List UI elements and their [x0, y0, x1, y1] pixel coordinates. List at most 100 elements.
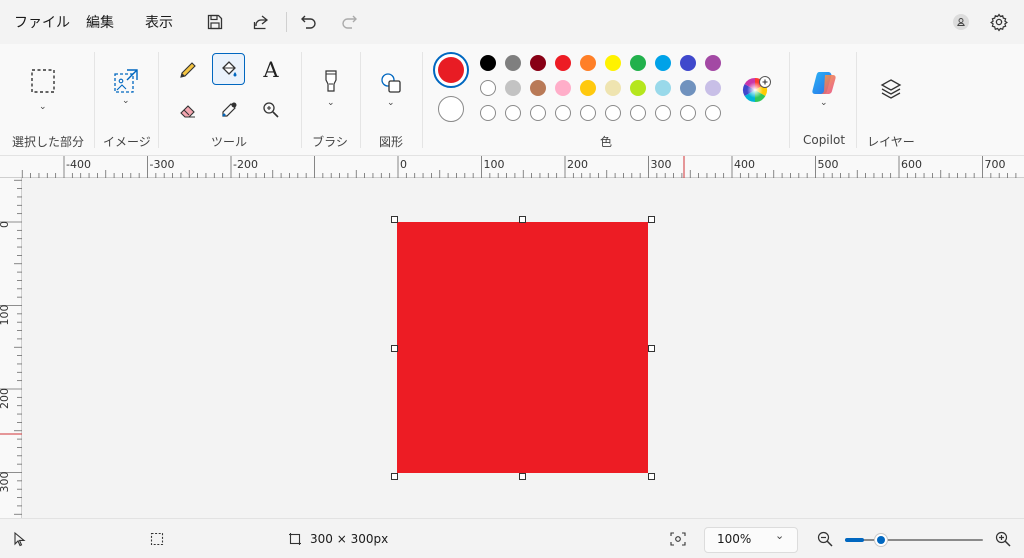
- edit-colors-icon[interactable]: [741, 76, 771, 106]
- custom-color-slot[interactable]: [705, 105, 721, 121]
- palette-swatch[interactable]: [505, 80, 521, 96]
- custom-color-slot[interactable]: [505, 105, 521, 121]
- brushes-group-label: ブラシ: [312, 135, 348, 149]
- palette-swatch[interactable]: [580, 55, 596, 71]
- zoom-slider[interactable]: [845, 533, 983, 547]
- fill-bucket-icon[interactable]: [212, 53, 245, 85]
- color-picker-icon[interactable]: [215, 97, 243, 123]
- ruler-label: 200: [0, 388, 11, 409]
- primary-color-swatch: [438, 57, 464, 83]
- ribbon-divider: [422, 52, 423, 148]
- palette-swatch[interactable]: [555, 55, 571, 71]
- palette-swatch[interactable]: [630, 55, 646, 71]
- zoom-slider-thumb[interactable]: [873, 533, 888, 547]
- magnifier-icon[interactable]: [257, 97, 285, 123]
- save-icon[interactable]: [203, 10, 227, 34]
- custom-color-slot[interactable]: [630, 105, 646, 121]
- resize-handle-top-right[interactable]: [648, 216, 655, 223]
- ruler-label: 200: [567, 158, 588, 171]
- status-bar: 300 × 300px 100% ⌄: [0, 518, 1024, 558]
- palette-swatch[interactable]: [580, 80, 596, 96]
- palette-swatch[interactable]: [705, 80, 721, 96]
- resize-handle-bottom-left[interactable]: [391, 473, 398, 480]
- ruler-label: 100: [0, 305, 11, 326]
- text-tool-icon[interactable]: A: [257, 56, 285, 84]
- ribbon-divider: [301, 52, 302, 148]
- ruler-label: 0: [400, 158, 407, 171]
- custom-color-slot[interactable]: [555, 105, 571, 121]
- account-icon[interactable]: [949, 10, 973, 34]
- palette-swatch[interactable]: [605, 80, 621, 96]
- zoom-select[interactable]: 100% ⌄: [704, 527, 798, 553]
- tools-group-label: ツール: [210, 135, 247, 149]
- ruler-label: 700: [985, 158, 1006, 171]
- shapes-group-label: 図形: [378, 135, 403, 149]
- vertical-ruler: 0 100 200 300: [0, 178, 22, 518]
- zoom-out-icon[interactable]: [815, 529, 835, 549]
- paint-app: ファイル 編集 表示 ⌄ 選択した部分 ⌄ イメージ A ツール ⌄ ブラシ ⌄…: [0, 0, 1024, 558]
- image-chevron-down-icon[interactable]: ⌄: [122, 96, 130, 106]
- shapes-chevron-down-icon[interactable]: ⌄: [387, 98, 395, 108]
- ruler-label: 600: [901, 158, 922, 171]
- ruler-label: -200: [233, 158, 258, 171]
- canvas-size-readout: 300 × 300px: [310, 532, 389, 546]
- colors-group-label: 色: [599, 135, 612, 149]
- selection-rectangle-icon[interactable]: [28, 66, 58, 96]
- selection-chevron-down-icon[interactable]: ⌄: [39, 102, 47, 112]
- resize-handle-left[interactable]: [391, 345, 398, 352]
- resize-handle-right[interactable]: [648, 345, 655, 352]
- palette-swatch[interactable]: [530, 55, 546, 71]
- custom-color-slot[interactable]: [580, 105, 596, 121]
- undo-icon[interactable]: [297, 10, 321, 34]
- palette-swatch[interactable]: [480, 80, 496, 96]
- custom-color-slot[interactable]: [480, 105, 496, 121]
- primary-color-button[interactable]: [433, 52, 469, 88]
- redo-icon[interactable]: [337, 10, 361, 34]
- custom-color-slot[interactable]: [530, 105, 546, 121]
- palette-swatch[interactable]: [680, 55, 696, 71]
- drawing-canvas[interactable]: [397, 222, 648, 473]
- resize-handle-top-left[interactable]: [391, 216, 398, 223]
- palette-swatch[interactable]: [655, 55, 671, 71]
- share-icon[interactable]: [249, 10, 273, 34]
- layers-icon[interactable]: [876, 74, 906, 104]
- palette-swatch[interactable]: [505, 55, 521, 71]
- fit-to-window-icon[interactable]: [668, 530, 688, 548]
- zoom-in-icon[interactable]: [993, 529, 1013, 549]
- palette-swatch[interactable]: [480, 55, 496, 71]
- palette-swatch[interactable]: [605, 55, 621, 71]
- settings-gear-icon[interactable]: [987, 10, 1011, 34]
- copilot-icon[interactable]: [808, 68, 840, 98]
- custom-color-slot[interactable]: [680, 105, 696, 121]
- resize-handle-bottom[interactable]: [519, 473, 526, 480]
- palette-swatch[interactable]: [705, 55, 721, 71]
- palette-swatch[interactable]: [555, 80, 571, 96]
- shapes-icon[interactable]: [376, 68, 406, 98]
- custom-color-slot[interactable]: [605, 105, 621, 121]
- menu-edit[interactable]: 編集: [86, 12, 114, 32]
- zoom-slider-fill: [845, 538, 864, 542]
- resize-handle-bottom-right[interactable]: [648, 473, 655, 480]
- resize-handle-top[interactable]: [519, 216, 526, 223]
- palette-swatch[interactable]: [680, 80, 696, 96]
- image-resize-icon[interactable]: [111, 66, 141, 96]
- ribbon: ⌄ 選択した部分 ⌄ イメージ A ツール ⌄ ブラシ ⌄ 図形 色 ⌄ Cop…: [0, 44, 1024, 156]
- palette-swatch[interactable]: [655, 80, 671, 96]
- ribbon-divider: [360, 52, 361, 148]
- ribbon-divider: [789, 52, 790, 148]
- menu-bar: ファイル 編集 表示: [0, 0, 1024, 44]
- ribbon-divider: [856, 52, 857, 148]
- eraser-icon[interactable]: [174, 97, 202, 123]
- menu-file[interactable]: ファイル: [14, 12, 70, 32]
- palette-swatch[interactable]: [630, 80, 646, 96]
- custom-color-slot[interactable]: [655, 105, 671, 121]
- brush-icon[interactable]: [316, 66, 346, 96]
- pencil-icon[interactable]: [173, 56, 203, 84]
- menu-view[interactable]: 表示: [145, 12, 173, 32]
- brush-chevron-down-icon[interactable]: ⌄: [327, 98, 335, 108]
- ruler-label: -400: [66, 158, 91, 171]
- palette-swatch[interactable]: [530, 80, 546, 96]
- ruler-label: -300: [150, 158, 175, 171]
- copilot-chevron-down-icon[interactable]: ⌄: [820, 98, 828, 108]
- secondary-color-button[interactable]: [438, 96, 464, 122]
